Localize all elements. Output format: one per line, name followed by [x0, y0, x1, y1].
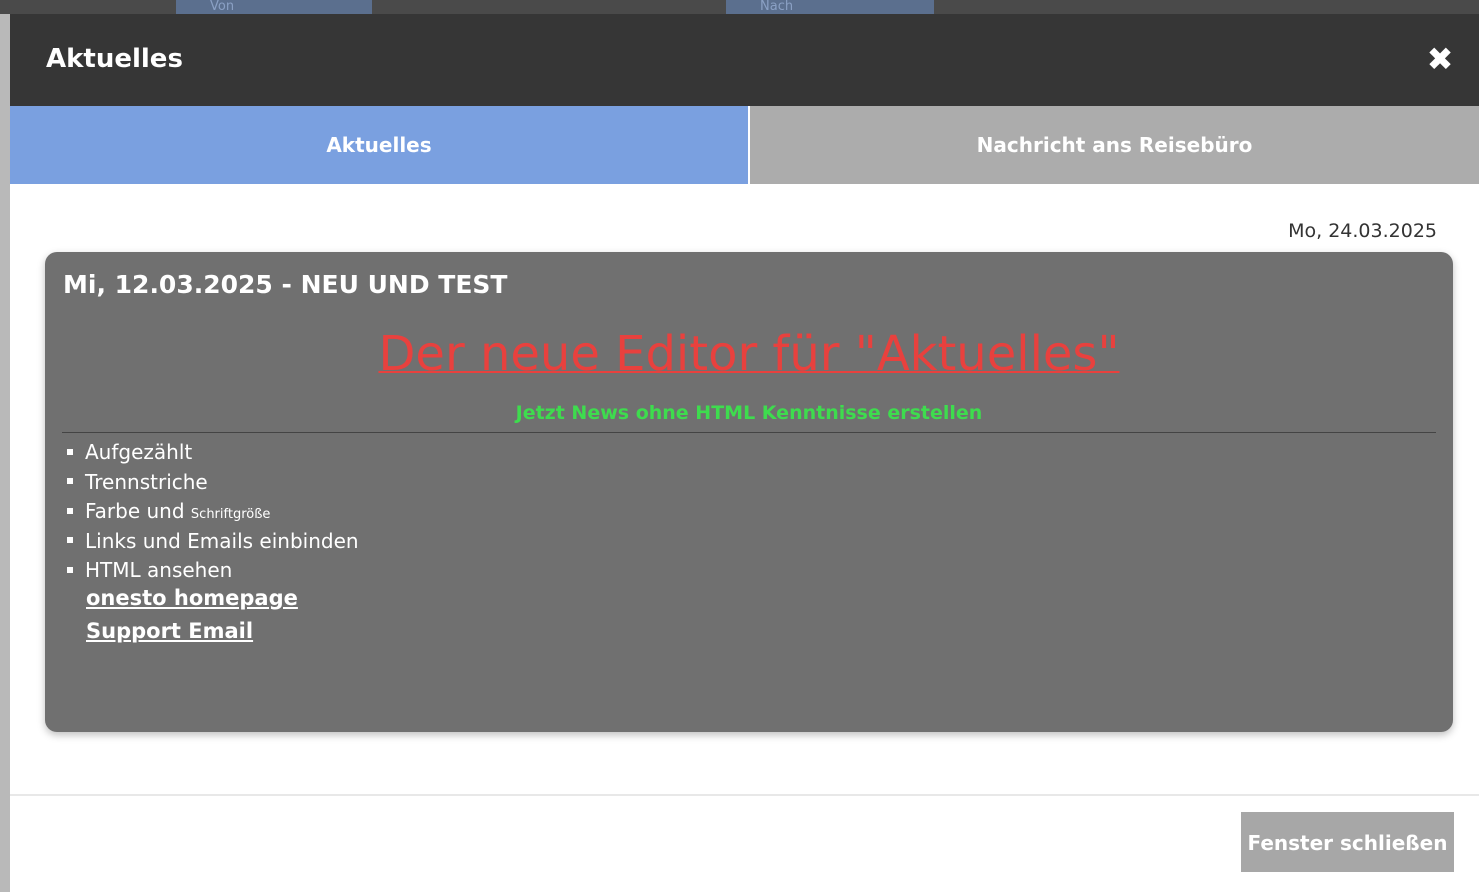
news-headline[interactable]: Der neue Editor für "Aktuelles"	[45, 326, 1453, 382]
feature-list: Aufgezählt Trennstriche Farbe und Schrif…	[67, 438, 359, 586]
bullet-icon	[67, 507, 73, 514]
background-tab-from: Von	[176, 0, 372, 14]
support-email-link[interactable]: Support Email	[86, 619, 253, 643]
news-modal: Aktuelles ✖ Aktuelles Nachricht ans Reis…	[10, 14, 1479, 892]
tab-aktuelles[interactable]: Aktuelles	[10, 106, 748, 184]
background-page-edge	[0, 14, 10, 892]
list-item-small-text: Schriftgröße	[190, 507, 271, 522]
list-item-text: Trennstriche	[85, 469, 208, 494]
divider	[62, 432, 1436, 433]
bullet-icon	[67, 537, 73, 543]
list-item: Aufgezählt	[67, 438, 359, 468]
modal-tabs: Aktuelles Nachricht ans Reisebüro	[10, 106, 1479, 184]
bullet-icon	[67, 566, 73, 573]
list-item: HTML ansehen	[67, 556, 359, 586]
background-page-strip: Von Nach	[0, 0, 1479, 14]
modal-header: Aktuelles ✖	[10, 14, 1479, 106]
list-item: Links und Emails einbinden	[67, 527, 359, 557]
onesto-homepage-link[interactable]: onesto homepage	[86, 586, 298, 610]
background-tab-to: Nach	[726, 0, 934, 14]
bullet-icon	[67, 478, 73, 484]
list-item: Trennstriche	[67, 468, 359, 498]
news-subheadline: Jetzt News ohne HTML Kenntnisse erstelle…	[515, 402, 983, 424]
footer-divider	[10, 794, 1479, 796]
close-icon[interactable]: ✖	[1423, 42, 1457, 76]
list-item-text: Aufgezählt	[85, 440, 193, 464]
list-item-text: HTML ansehen	[85, 558, 233, 582]
news-heading: Mi, 12.03.2025 - NEU UND TEST	[63, 270, 508, 299]
list-item: Farbe und Schriftgröße	[67, 497, 359, 527]
list-item-text: Farbe und	[85, 499, 185, 523]
bullet-icon	[67, 448, 73, 455]
tab-nachricht-reisebuero[interactable]: Nachricht ans Reisebüro	[750, 106, 1479, 184]
modal-title: Aktuelles	[46, 44, 183, 74]
current-date: Mo, 24.03.2025	[1288, 220, 1437, 242]
news-card: Mi, 12.03.2025 - NEU UND TEST Der neue E…	[45, 252, 1453, 732]
list-item-text: Links und Emails einbinden	[85, 528, 359, 553]
close-window-button[interactable]: Fenster schließen	[1241, 812, 1454, 872]
